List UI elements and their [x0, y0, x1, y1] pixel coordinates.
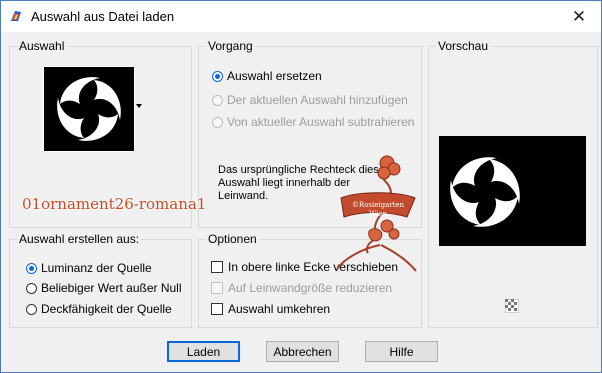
radio-beliebiger-wert[interactable]: Beliebiger Wert außer Null [26, 281, 182, 295]
checkbox-label: Auf Leinwandgröße reduzieren [228, 281, 393, 295]
app-icon [11, 11, 21, 21]
checkbox-box [211, 303, 223, 315]
tube-text-bottom: Wien [369, 210, 387, 218]
radio-indicator [212, 94, 223, 106]
radio-indicator [26, 262, 37, 274]
optionen-group-title: Optionen [206, 232, 259, 246]
checkbox-label: Auswahl umkehren [228, 302, 331, 316]
transparency-checker-icon[interactable] [505, 299, 519, 313]
auswahl-erstellen-title: Auswahl erstellen aus: [17, 232, 142, 246]
radio-label: Deckfähigkeit der Quelle [41, 302, 172, 316]
abbrechen-button[interactable]: Abbrechen [266, 341, 339, 362]
vorschau-group-title: Vorschau [436, 39, 491, 53]
load-selection-dialog: Auswahl aus Datei laden ✕ Auswahl Vorgan… [0, 0, 602, 373]
watermark-text: 01ornament26-romana1 [22, 195, 207, 213]
preview-ornament-image [450, 157, 520, 227]
checkbox-box [211, 261, 223, 273]
radio-label: Beliebiger Wert außer Null [41, 281, 182, 295]
selection-preview-image [44, 67, 134, 151]
dropdown-arrow-icon[interactable] [136, 104, 142, 108]
checkbox-leinwandgroesse[interactable]: Auf Leinwandgröße reduzieren [211, 281, 392, 295]
checkbox-auswahl-umkehren[interactable]: Auswahl umkehren [211, 302, 330, 316]
window-title: Auswahl aus Datei laden [31, 9, 175, 24]
radio-auswahl-ersetzen[interactable]: Auswahl ersetzen [212, 69, 322, 83]
radio-label: Auswahl ersetzen [227, 69, 322, 83]
checkbox-box [211, 282, 223, 294]
radio-indicator [26, 303, 37, 315]
radio-label: Luminanz der Quelle [41, 261, 152, 275]
tube-text-top: ©Rosieigarten [352, 201, 405, 209]
radio-label: Der aktuellen Auswahl hinzufügen [227, 93, 408, 107]
auswahl-group-title: Auswahl [17, 39, 67, 53]
selection-thumbnail[interactable] [43, 66, 135, 152]
hilfe-button[interactable]: Hilfe [365, 341, 438, 362]
decorative-rose-tube-icon: ©Rosieigarten Wien [336, 155, 417, 272]
preview-image [439, 136, 586, 246]
radio-label: Von aktueller Auswahl subtrahieren [227, 115, 415, 129]
radio-luminanz[interactable]: Luminanz der Quelle [26, 261, 152, 275]
radio-auswahl-subtrahieren[interactable]: Von aktueller Auswahl subtrahieren [212, 115, 414, 129]
vorgang-group-title: Vorgang [206, 39, 255, 53]
title-bar[interactable]: Auswahl aus Datei laden ✕ [1, 1, 601, 32]
radio-deckfaehigkeit[interactable]: Deckfähigkeit der Quelle [26, 302, 172, 316]
auswahl-erstellen-group: Auswahl erstellen aus: Luminanz der Quel… [9, 232, 192, 328]
vorschau-group: Vorschau [428, 39, 598, 328]
laden-button[interactable]: Laden [167, 341, 240, 362]
radio-auswahl-hinzufuegen[interactable]: Der aktuellen Auswahl hinzufügen [212, 93, 408, 107]
radio-indicator [212, 116, 223, 128]
radio-indicator [212, 70, 223, 82]
close-icon[interactable]: ✕ [557, 1, 601, 32]
radio-indicator [26, 282, 37, 294]
